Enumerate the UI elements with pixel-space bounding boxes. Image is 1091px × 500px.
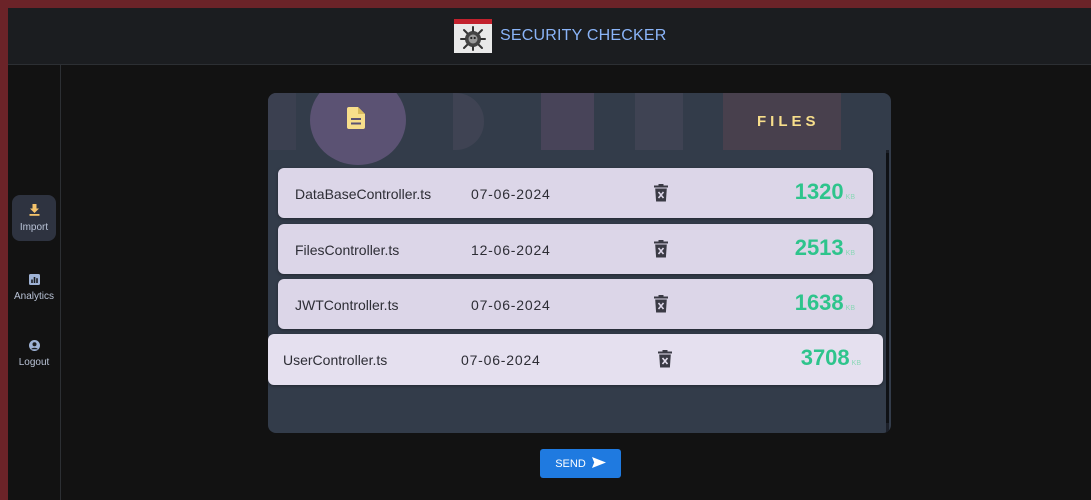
download-icon <box>29 203 40 219</box>
file-name: JWTController.ts <box>295 297 399 313</box>
sidebar-item-logout[interactable]: Logout <box>12 331 56 377</box>
bar-chart-icon <box>28 274 40 288</box>
file-size: 3708 KB <box>800 345 861 370</box>
document-icon <box>310 93 406 165</box>
file-size: 1320 KB <box>794 179 855 204</box>
file-date: 07-06-2024 <box>471 297 551 313</box>
sidebar-item-label: Analytics <box>13 291 54 302</box>
files-panel-header: FILES <box>268 93 891 165</box>
send-button[interactable]: SEND <box>540 449 621 478</box>
brand: SECURITY CHECKER <box>454 18 667 54</box>
send-button-label: SEND <box>555 457 586 470</box>
file-date: 07-06-2024 <box>471 186 551 202</box>
sidebar-item-analytics[interactable]: Analytics <box>12 265 56 311</box>
sidebar-item-label: Logout <box>18 357 50 368</box>
sidebar-item-label: Import <box>19 221 49 233</box>
file-row: DataBaseController.ts 07-06-2024 1320 KB <box>278 168 873 218</box>
user-circle-icon <box>28 340 40 354</box>
file-date: 12-06-2024 <box>471 242 551 258</box>
trash-icon[interactable] <box>654 240 668 258</box>
trash-icon[interactable] <box>658 350 672 368</box>
file-size: 2513 KB <box>794 235 855 260</box>
virus-scan-icon <box>454 19 492 53</box>
file-row: JWTController.ts 07-06-2024 1638 KB <box>278 279 873 329</box>
header: SECURITY CHECKER <box>8 8 1091 65</box>
sidebar-item-import[interactable]: Import <box>12 195 56 241</box>
app-title: SECURITY CHECKER <box>500 27 667 44</box>
file-size: 1638 KB <box>794 290 855 315</box>
sidebar: Import Analytics Logout <box>8 65 61 500</box>
file-name: FilesController.ts <box>295 242 400 258</box>
files-title: FILES <box>757 113 820 130</box>
trash-icon[interactable] <box>654 184 668 202</box>
files-panel: FILES DataBaseController.ts 07-06-2024 1… <box>268 93 891 433</box>
send-icon <box>591 456 606 471</box>
files-scrollbar-thumb[interactable] <box>886 153 889 423</box>
trash-icon[interactable] <box>654 295 668 313</box>
file-row: UserController.ts 07-06-2024 3708 KB <box>268 334 883 385</box>
file-name: DataBaseController.ts <box>295 186 432 202</box>
file-date: 07-06-2024 <box>461 352 541 368</box>
file-name: UserController.ts <box>283 352 388 368</box>
app-frame: SECURITY CHECKER Import Analytics Logout <box>8 8 1091 500</box>
file-row: FilesController.ts 12-06-2024 2513 KB <box>278 224 873 274</box>
